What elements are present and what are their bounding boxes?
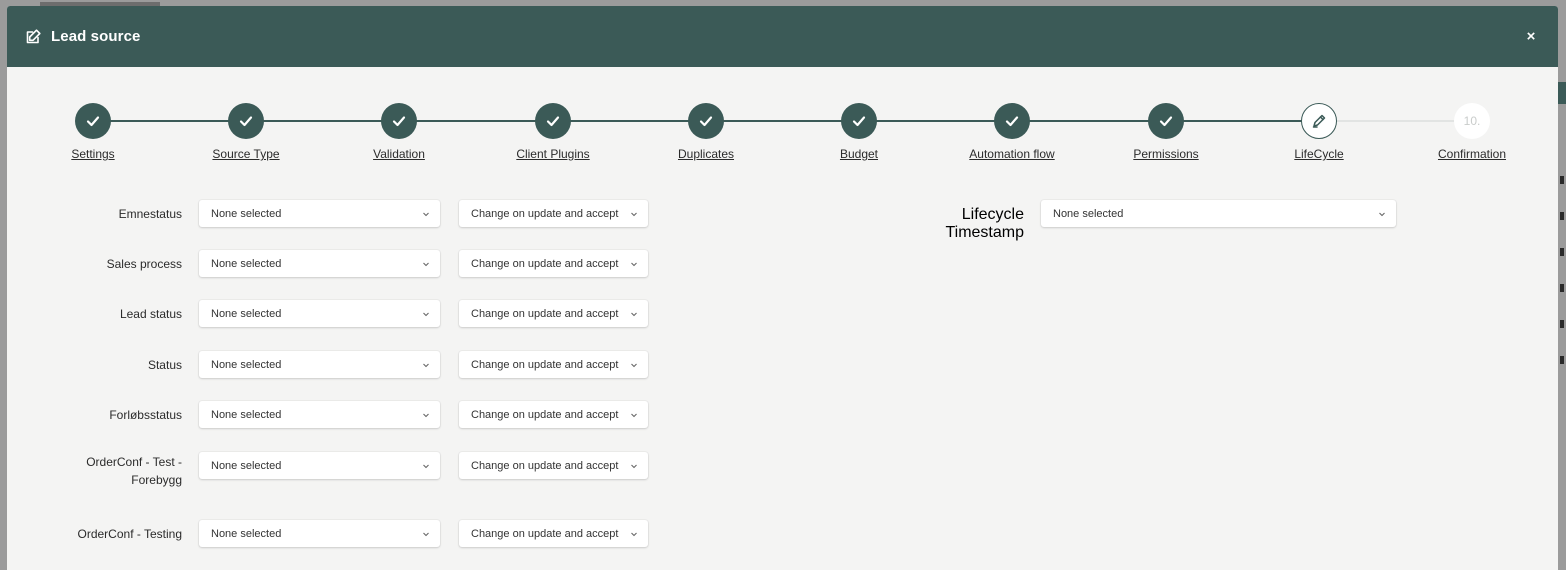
chevron-down-icon <box>630 361 638 369</box>
dropdown-value: None selected <box>211 307 282 320</box>
step-label[interactable]: Confirmation <box>1407 147 1537 161</box>
chevron-down-icon <box>630 530 638 538</box>
chevron-down-icon <box>630 310 638 318</box>
field-label: OrderConf - Testing <box>77 527 183 541</box>
dropdown-value: Change on update and accept <box>471 527 619 540</box>
step-label[interactable]: Settings <box>28 147 158 161</box>
update-mode-select[interactable]: Change on update and accept <box>459 401 648 428</box>
step-3: Validation <box>334 103 464 161</box>
step-label[interactable]: Source Type <box>181 147 311 161</box>
field-label: Forløbsstatus <box>109 408 182 422</box>
dropdown-value: None selected <box>211 257 282 270</box>
step-9: LifeCycle <box>1254 103 1384 161</box>
chevron-down-icon <box>422 411 430 419</box>
step-2: Source Type <box>181 103 311 161</box>
dropdown-value: Change on update and accept <box>471 408 619 421</box>
background-row-marker <box>1560 356 1564 364</box>
dropdown-value: Change on update and accept <box>471 207 619 220</box>
field-value-select[interactable]: None selected <box>199 250 440 277</box>
chevron-down-icon <box>630 260 638 268</box>
step-label[interactable]: Client Plugins <box>488 147 618 161</box>
step-label[interactable]: Automation flow <box>947 147 1077 161</box>
background-row-marker <box>1560 320 1564 328</box>
step-1: Settings <box>28 103 158 161</box>
check-icon[interactable] <box>841 103 877 139</box>
check-icon[interactable] <box>1148 103 1184 139</box>
check-icon[interactable] <box>535 103 571 139</box>
field-value-select[interactable]: None selected <box>199 452 440 479</box>
lifecycle-timestamp-select[interactable]: None selected <box>1041 200 1396 227</box>
dropdown-value: None selected <box>211 207 282 220</box>
update-mode-select[interactable]: Change on update and accept <box>459 351 648 378</box>
chevron-down-icon <box>422 530 430 538</box>
chevron-down-icon <box>422 361 430 369</box>
field-value-select[interactable]: None selected <box>199 401 440 428</box>
background-row-marker <box>1560 248 1564 256</box>
chevron-down-icon <box>1378 210 1386 218</box>
background-row-marker <box>1560 284 1564 292</box>
check-icon[interactable] <box>994 103 1030 139</box>
step-label[interactable]: Budget <box>794 147 924 161</box>
check-icon[interactable] <box>75 103 111 139</box>
dropdown-value: None selected <box>211 527 282 540</box>
update-mode-select[interactable]: Change on update and accept <box>459 300 648 327</box>
chevron-down-icon <box>630 462 638 470</box>
dropdown-value: Change on update and accept <box>471 358 619 371</box>
chevron-down-icon <box>422 310 430 318</box>
wizard-stepper: Settings Source Type Validation Client Plug… <box>7 67 1558 177</box>
close-button[interactable]: × <box>1522 28 1540 45</box>
lead-source-modal: Lead source × Settings Source Type Validat… <box>7 6 1558 570</box>
edit-icon <box>25 28 42 45</box>
step-label[interactable]: Permissions <box>1101 147 1231 161</box>
dropdown-value: None selected <box>211 459 282 472</box>
update-mode-select[interactable]: Change on update and accept <box>459 452 648 479</box>
field-label: Lead status <box>119 307 182 321</box>
step-number[interactable]: 10. <box>1454 103 1490 139</box>
step-4: Client Plugins <box>488 103 618 161</box>
chevron-down-icon <box>422 462 430 470</box>
dropdown-value: Change on update and accept <box>471 459 619 472</box>
chevron-down-icon <box>630 210 638 218</box>
step-8: Permissions <box>1101 103 1231 161</box>
step-5: Duplicates <box>641 103 771 161</box>
chevron-down-icon <box>422 210 430 218</box>
field-value-select[interactable]: None selected <box>199 520 440 547</box>
dropdown-value: None selected <box>211 408 282 421</box>
field-value-select[interactable]: None selected <box>199 300 440 327</box>
dropdown-value: None selected <box>211 358 282 371</box>
update-mode-select[interactable]: Change on update and accept <box>459 520 648 547</box>
background-accent <box>1558 82 1566 104</box>
field-value-select[interactable]: None selected <box>199 351 440 378</box>
step-label[interactable]: LifeCycle <box>1254 147 1384 161</box>
chevron-down-icon <box>630 411 638 419</box>
lifecycle-timestamp-label: Lifecycle Timestamp <box>945 206 1024 241</box>
field-value-select[interactable]: None selected <box>199 200 440 227</box>
field-label: Status <box>147 358 182 372</box>
update-mode-select[interactable]: Change on update and accept <box>459 200 648 227</box>
dropdown-value: Change on update and accept <box>471 257 619 270</box>
check-icon[interactable] <box>688 103 724 139</box>
step-10: 10. Confirmation <box>1407 103 1537 161</box>
step-label[interactable]: Duplicates <box>641 147 771 161</box>
modal-title: Lead source <box>51 28 141 45</box>
check-icon[interactable] <box>381 103 417 139</box>
update-mode-select[interactable]: Change on update and accept <box>459 250 648 277</box>
pencil-icon[interactable] <box>1301 103 1337 139</box>
step-7: Automation flow <box>947 103 1077 161</box>
chevron-down-icon <box>422 260 430 268</box>
background-row-marker <box>1560 212 1564 220</box>
field-label: OrderConf - Test - Forebygg <box>86 455 182 487</box>
step-label[interactable]: Validation <box>334 147 464 161</box>
dropdown-value: Change on update and accept <box>471 307 619 320</box>
modal-header: Lead source × <box>7 6 1558 67</box>
field-label: Sales process <box>106 257 182 271</box>
step-6: Budget <box>794 103 924 161</box>
background-row-marker <box>1560 176 1564 184</box>
check-icon[interactable] <box>228 103 264 139</box>
dropdown-value: None selected <box>1053 207 1124 220</box>
field-label: Emnestatus <box>118 207 182 221</box>
